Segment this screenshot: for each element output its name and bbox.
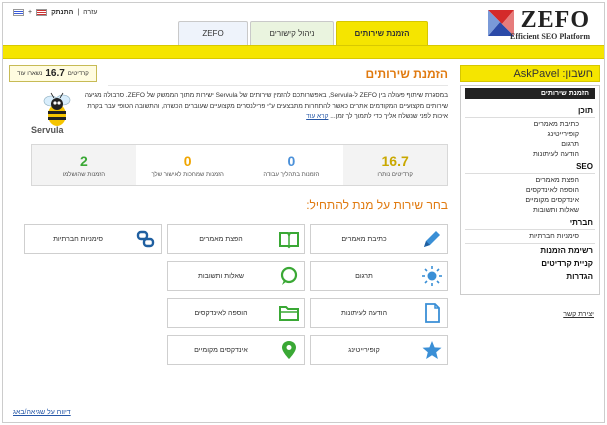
service-card-copywriting[interactable]: קופירייטינג	[310, 335, 448, 365]
top-links: עזרה | התנתק +	[13, 9, 97, 16]
intro-text: במסגרת שיתוף פעולה בין ZEFO ל-Servula, ב…	[83, 91, 448, 123]
sidebar-section-social: חברתי	[465, 215, 595, 230]
star-icon	[417, 336, 447, 364]
service-card-directory-submission[interactable]: הוספה לאינדקסים	[167, 298, 305, 328]
logo-tagline: Efficient SEO Platform	[510, 32, 590, 41]
service-card-article-distribution[interactable]: הפצת מאמרים	[167, 224, 305, 254]
map-pin-icon	[274, 336, 304, 364]
account-name: חשבון: AskPavel	[460, 65, 600, 82]
sidebar: חשבון: AskPavel הזמנת שירותים תוכן כתיבת…	[460, 65, 600, 295]
flag-en-icon[interactable]	[36, 9, 48, 16]
service-label: סימניות חברתיות	[53, 235, 103, 243]
sidebar-panel: הזמנת שירותים תוכן כתיבת מאמרים קופירייט…	[460, 85, 600, 295]
sidebar-item-orders-list[interactable]: רשימת הזמנות	[465, 243, 595, 257]
help-link[interactable]: עזרה	[83, 9, 97, 16]
sidebar-item-social-bookmarks[interactable]: סימניות חברתיות	[465, 231, 595, 241]
zefo-logo[interactable]: ZEFO Efficient SEO Platform	[472, 6, 592, 42]
sidebar-item-copywriting[interactable]: קופירייטינג	[465, 129, 595, 139]
speech-bubble-icon	[274, 262, 304, 290]
flag-he-icon[interactable]	[13, 9, 24, 16]
pen-icon	[417, 225, 447, 253]
sidebar-section-content: תוכן	[465, 103, 595, 118]
choose-service-title: בחר שירות על מנת להתחיל:	[306, 198, 448, 212]
sidebar-item-press-release[interactable]: הודעה לעיתונות	[465, 149, 595, 159]
stat-in-progress: 0 הזמנות בתהליך עבודה	[240, 145, 344, 185]
logo-name: ZEFO	[520, 7, 590, 33]
service-card-local-directories[interactable]: אינדקסים מקומיים	[167, 335, 305, 365]
service-label: תרגום	[355, 272, 373, 280]
contact-link[interactable]: יצירת קשר	[563, 311, 594, 318]
order-stats: 16.7 קרדיטים נותרו 0 הזמנות בתהליך עבודה…	[31, 144, 448, 186]
credits-remaining-box: קרדיטים 16.7 נשארו עוד	[9, 65, 97, 82]
sidebar-item-buy-credits[interactable]: קניית קרדיטים	[465, 257, 595, 270]
stat-completed: 2 הזמנות שהושלמו	[32, 145, 136, 185]
separator: |	[77, 9, 80, 16]
service-label: הודעה לעיתונות	[340, 309, 388, 317]
lang-plus[interactable]: +	[28, 9, 32, 16]
service-card-translation[interactable]: תרגום	[310, 261, 448, 291]
sidebar-item-order-services[interactable]: הזמנת שירותים	[465, 88, 595, 99]
stat-value: 0	[183, 152, 192, 169]
credits-label: נשארו עוד	[17, 70, 43, 77]
service-card-press-release[interactable]: הודעה לעיתונות	[310, 298, 448, 328]
sidebar-item-directory-submission[interactable]: הוספה לאינדקסים	[465, 185, 595, 195]
sun-icon	[417, 262, 447, 290]
social-bookmark-icon	[131, 225, 161, 253]
sidebar-item-article-writing[interactable]: כתיבת מאמרים	[465, 119, 595, 129]
tab-zefo[interactable]: ZEFO	[178, 21, 248, 45]
service-label: הפצת מאמרים	[199, 235, 243, 243]
document-icon	[417, 299, 447, 327]
sidebar-item-settings[interactable]: הגדרות	[465, 270, 595, 283]
intro-body: במסגרת שיתוף פעולה בין ZEFO ל-Servula, ב…	[84, 92, 448, 120]
tab-link-management[interactable]: ניהול קישורים	[250, 21, 334, 45]
header: ZEFO Efficient SEO Platform הזמנת שירותי…	[3, 3, 604, 45]
stat-label: הזמנות שהושלמו	[62, 171, 106, 178]
stat-awaiting-approval: 0 הזמנות שמחכות לאישור שלך	[136, 145, 240, 185]
sidebar-item-local-directories[interactable]: אינדקסים מקומיים	[465, 195, 595, 205]
service-label: אינדקסים מקומיים	[194, 346, 248, 354]
stat-label: קרדיטים נותרו	[377, 171, 413, 178]
service-card-qa[interactable]: שאלות ותשובות	[167, 261, 305, 291]
tab-order-services[interactable]: הזמנת שירותים	[336, 21, 428, 45]
service-label: שאלות ותשובות	[198, 272, 244, 280]
page-title: הזמנת שירותים	[365, 67, 448, 81]
servula-label: Servula	[31, 125, 64, 135]
service-card-article-writing[interactable]: כתיבת מאמרים	[310, 224, 448, 254]
credits-value: 16.7	[45, 68, 65, 79]
report-bug-link[interactable]: דיווח על שגיאה/באג	[13, 409, 71, 416]
stat-value: 2	[79, 152, 88, 169]
sidebar-item-translation[interactable]: תרגום	[465, 139, 595, 149]
title-divider	[108, 85, 448, 86]
sidebar-item-qa[interactable]: שאלות ותשובות	[465, 205, 595, 215]
sidebar-section-seo: SEO	[465, 159, 595, 174]
service-label: קופירייטינג	[348, 346, 380, 354]
logout-link[interactable]: התנתק	[51, 9, 73, 16]
stat-label: הזמנות שמחכות לאישור שלך	[151, 171, 224, 178]
service-label: כתיבת מאמרים	[341, 235, 387, 243]
stat-label: הזמנות בתהליך עבודה	[263, 171, 320, 178]
sidebar-item-article-distribution[interactable]: הפצת מאמרים	[465, 175, 595, 185]
main-tabs: הזמנת שירותים ניהול קישורים ZEFO	[178, 21, 428, 45]
service-label: הוספה לאינדקסים	[194, 309, 248, 317]
book-icon	[274, 225, 304, 253]
stat-value: 0	[287, 152, 296, 169]
credits-unit: קרדיטים	[67, 70, 89, 77]
yellow-bar	[3, 45, 604, 59]
folder-icon	[274, 299, 304, 327]
read-more-link[interactable]: קרא עוד	[306, 113, 328, 120]
stat-value: 16.7	[381, 152, 409, 169]
service-card-social-bookmarks[interactable]: סימניות חברתיות	[24, 224, 162, 254]
stat-credits: 16.7 קרדיטים נותרו	[343, 145, 447, 185]
main-content: קרדיטים 16.7 נשארו עוד הזמנת שירותים Ser…	[9, 65, 454, 395]
app-frame: ZEFO Efficient SEO Platform הזמנת שירותי…	[2, 2, 605, 423]
